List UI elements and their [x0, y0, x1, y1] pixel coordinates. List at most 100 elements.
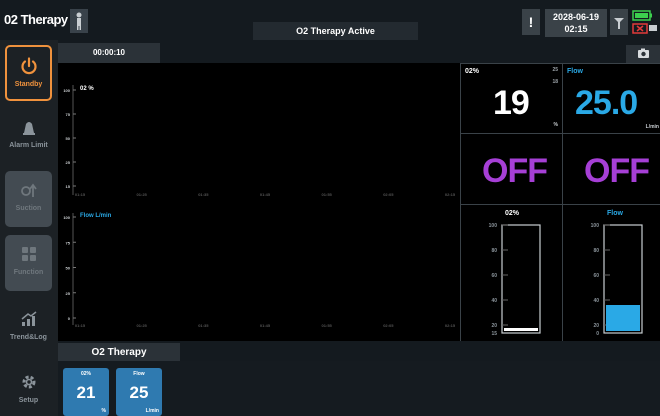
sidebar-item-trend-log[interactable]: Trend&Log	[5, 300, 52, 356]
x-tick-label: 01:25	[137, 323, 148, 328]
o2-y-tick: 100	[63, 88, 70, 93]
o2-bar-tick: 20	[491, 323, 497, 329]
flow-bar-panel: Flow 100 80 60 40 20 0	[563, 205, 660, 341]
flow-setting-card[interactable]: Flow 25 L/min	[116, 368, 162, 416]
sidebar-item-label: Standby	[14, 81, 43, 88]
sidebar-item-label: Setup	[18, 397, 39, 404]
date-text: 2028-06-19	[552, 12, 600, 22]
sidebar-item-setup[interactable]: Setup	[5, 363, 52, 416]
x-tick-label: 01:45	[260, 323, 271, 328]
camera-icon	[638, 48, 649, 58]
o2-bar-tick: 15	[491, 331, 497, 337]
flow-value: 25.0	[575, 84, 638, 122]
o2-value-panel[interactable]: 02% 25 18 19 %	[461, 64, 562, 133]
flow-bar-tick: 60	[593, 273, 599, 279]
battery-status	[632, 9, 660, 37]
flow-y-tick: 75	[66, 240, 71, 245]
sidebar-item-alarm-limit[interactable]: Alarm Limit	[5, 108, 52, 164]
x-tick-label: 01:35	[198, 323, 209, 328]
app-title: 02 Therapy	[4, 12, 68, 27]
x-tick-label: 01:15	[75, 192, 86, 197]
o2-unit: %	[553, 122, 558, 128]
o2-state: OFF	[482, 152, 548, 190]
sidebar-item-standby[interactable]: Standby	[5, 45, 52, 101]
sidebar-item-label: Function	[13, 269, 44, 276]
flow-y-tick: 0	[68, 316, 71, 321]
flow-graph-label: Flow L/min	[80, 213, 112, 219]
person-icon	[76, 12, 82, 30]
o2-setting-unit: %	[101, 408, 106, 414]
flow-value-panel[interactable]: Flow 25.0 L/min	[563, 64, 660, 133]
flow-unit: L/min	[645, 124, 659, 130]
o2-graph: 02 % 100 75 50 25 15 01:15 01:25 01:35 01:45 01:…	[63, 85, 456, 197]
x-tick-label: 01:55	[322, 192, 333, 197]
patient-button[interactable]	[70, 9, 88, 33]
o2-bar-tick: 100	[489, 223, 498, 229]
tab-o2-therapy[interactable]: O2 Therapy	[58, 343, 180, 363]
status-banner: O2 Therapy Active	[253, 22, 418, 40]
o2-y-tick: 25	[66, 160, 71, 165]
suction-icon	[20, 183, 37, 197]
flow-y-tick: 25	[66, 291, 71, 296]
x-tick-label: 01:45	[260, 192, 271, 197]
x-tick-label: 01:25	[137, 192, 148, 197]
o2-y-tick: 15	[66, 184, 71, 189]
o2-state-panel[interactable]: OFF	[461, 134, 562, 204]
o2-bar-tick: 80	[491, 248, 497, 254]
o2-bar-tick: 40	[491, 298, 497, 304]
datetime-display[interactable]: 2028-06-19 02:15	[545, 9, 607, 37]
o2-bar-frame	[501, 224, 541, 334]
o2-low-limit: 18	[552, 79, 558, 85]
waveform-graphs: 02 % 100 75 50 25 15 01:15 01:25 01:35 01:45 01:…	[63, 85, 456, 328]
x-tick-label: 02:15	[445, 323, 456, 328]
gear-icon	[22, 375, 35, 389]
x-tick-label: 01:15	[75, 323, 86, 328]
flow-bar-fill	[606, 305, 640, 331]
waveform-panel: 02 % 100 75 50 25 15 01:15 01:25 01:35 01:45 01:…	[58, 63, 460, 341]
flow-bar-tick: 0	[596, 331, 599, 337]
flow-state: OFF	[584, 152, 650, 190]
flow-state-panel[interactable]: OFF	[563, 134, 660, 204]
o2-setting-label: 02%	[80, 371, 91, 377]
o2-y-tick: 50	[66, 136, 71, 141]
flow-bar-tick: 80	[593, 248, 599, 254]
therapy-timer[interactable]: 00:00:10	[58, 43, 160, 63]
o2-bar-fill	[504, 328, 538, 331]
sidebar-item-label: Alarm Limit	[9, 142, 48, 149]
power-icon	[20, 57, 37, 75]
sidebar-item-label: Suction	[15, 205, 42, 212]
o2-high-limit: 25	[552, 67, 558, 73]
flow-setting-label: Flow	[133, 371, 145, 377]
sidebar: Standby Alarm Limit Suction Function Tre…	[0, 40, 58, 416]
flow-y-tick: 100	[63, 215, 70, 220]
connectivity-button[interactable]	[610, 9, 628, 35]
x-tick-label: 01:55	[322, 323, 333, 328]
o2-param-label: 02%	[465, 68, 480, 75]
flow-graph: Flow L/min 100 75 50 25 0 01:15 01:25 01:35 01:…	[63, 213, 456, 328]
o2-bar-panel: 02% 100 80 60 40 20 15	[461, 205, 562, 341]
sidebar-item-suction[interactable]: Suction	[5, 171, 52, 227]
o2-value: 19	[493, 84, 530, 122]
time-text: 02:15	[564, 24, 588, 34]
flow-setting-value: 25	[129, 383, 149, 402]
trend-icon	[21, 311, 36, 326]
flow-bar-tick: 40	[593, 298, 599, 304]
x-tick-label: 02:05	[383, 323, 394, 328]
sidebar-item-label: Trend&Log	[10, 334, 47, 341]
o2-y-tick: 75	[66, 112, 71, 117]
o2-graph-label: 02 %	[80, 86, 94, 92]
antenna-icon	[614, 18, 624, 29]
alarm-bell-icon	[22, 122, 35, 135]
grid-icon	[21, 247, 36, 261]
battery-icon	[632, 10, 657, 34]
flow-setting-unit: L/min	[145, 408, 159, 414]
screenshot-button[interactable]	[626, 45, 660, 63]
x-tick-label: 01:35	[198, 192, 209, 197]
flow-bar-gauge: 100 80 60 40 20 0	[591, 223, 643, 337]
x-tick-label: 02:15	[445, 192, 456, 197]
o2-setting-card[interactable]: 02% 21 %	[63, 368, 109, 416]
alert-button[interactable]: !	[522, 9, 540, 35]
o2-bar-tick: 60	[491, 273, 497, 279]
o2-setting-value: 21	[76, 383, 96, 402]
sidebar-item-function[interactable]: Function	[5, 235, 52, 291]
